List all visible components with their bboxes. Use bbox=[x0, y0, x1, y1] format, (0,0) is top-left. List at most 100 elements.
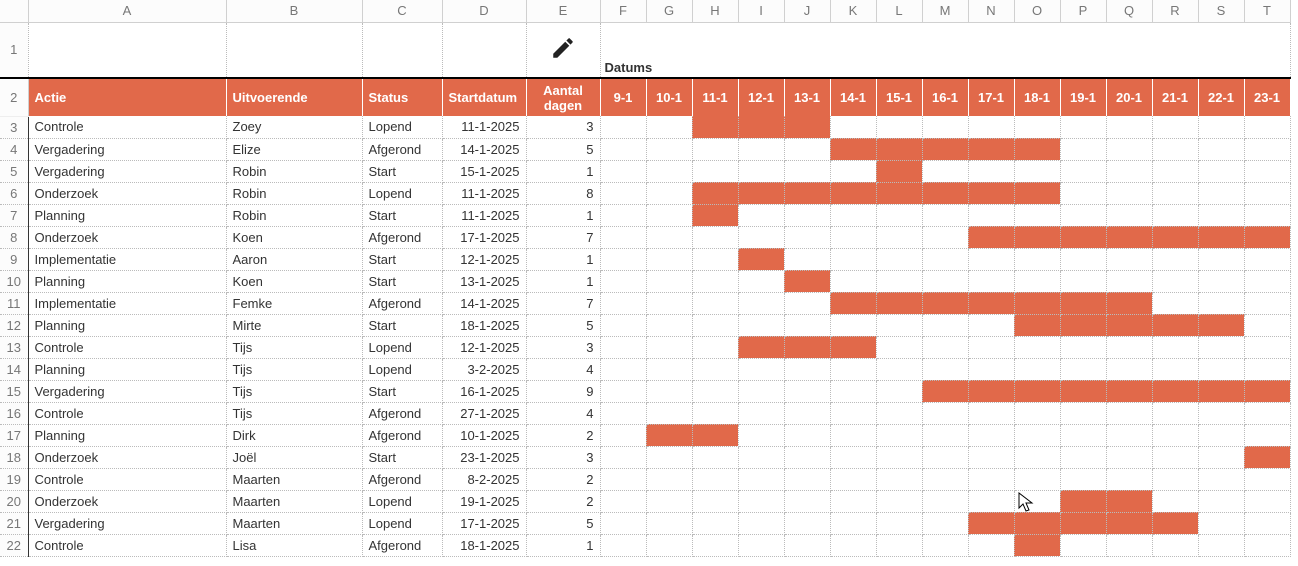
cell-dagen[interactable]: 2 bbox=[526, 468, 600, 490]
row-header-2[interactable]: 2 bbox=[0, 78, 28, 116]
gantt-cell[interactable] bbox=[968, 292, 1014, 314]
header-date-18-1[interactable]: 18-1 bbox=[1014, 78, 1060, 116]
gantt-cell[interactable] bbox=[1060, 314, 1106, 336]
cell-start[interactable]: 11-1-2025 bbox=[442, 182, 526, 204]
gantt-cell[interactable] bbox=[1014, 314, 1060, 336]
gantt-cell[interactable] bbox=[692, 182, 738, 204]
gantt-cell[interactable] bbox=[1106, 248, 1152, 270]
row-header-16[interactable]: 16 bbox=[0, 402, 28, 424]
cell-actie[interactable]: Controle bbox=[28, 336, 226, 358]
gantt-cell[interactable] bbox=[1014, 160, 1060, 182]
cell-uitv[interactable]: Joël bbox=[226, 446, 362, 468]
cell-uitv[interactable]: Tijs bbox=[226, 380, 362, 402]
gantt-cell[interactable] bbox=[784, 380, 830, 402]
gantt-cell[interactable] bbox=[784, 292, 830, 314]
gantt-cell[interactable] bbox=[646, 204, 692, 226]
cell-dagen[interactable]: 1 bbox=[526, 270, 600, 292]
cell-status[interactable]: Lopend bbox=[362, 358, 442, 380]
dates-section-label[interactable]: Datums bbox=[600, 22, 1290, 78]
gantt-cell[interactable] bbox=[1152, 358, 1198, 380]
cell-dagen[interactable]: 2 bbox=[526, 424, 600, 446]
gantt-cell[interactable] bbox=[600, 534, 646, 556]
col-header-C[interactable]: C bbox=[362, 0, 442, 22]
gantt-cell[interactable] bbox=[922, 490, 968, 512]
gantt-cell[interactable] bbox=[646, 512, 692, 534]
cell-empty[interactable] bbox=[28, 22, 226, 78]
gantt-cell[interactable] bbox=[600, 314, 646, 336]
cell-dagen[interactable]: 9 bbox=[526, 380, 600, 402]
gantt-cell[interactable] bbox=[830, 314, 876, 336]
gantt-cell[interactable] bbox=[1152, 314, 1198, 336]
gantt-cell[interactable] bbox=[1152, 468, 1198, 490]
gantt-cell[interactable] bbox=[784, 336, 830, 358]
cell-status[interactable]: Afgerond bbox=[362, 292, 442, 314]
gantt-cell[interactable] bbox=[738, 226, 784, 248]
gantt-cell[interactable] bbox=[692, 490, 738, 512]
gantt-cell[interactable] bbox=[830, 490, 876, 512]
cell-actie[interactable]: Planning bbox=[28, 270, 226, 292]
cell-uitv[interactable]: Tijs bbox=[226, 358, 362, 380]
gantt-cell[interactable] bbox=[1060, 160, 1106, 182]
gantt-cell[interactable] bbox=[1106, 226, 1152, 248]
gantt-cell[interactable] bbox=[1106, 160, 1152, 182]
gantt-cell[interactable] bbox=[922, 380, 968, 402]
gantt-cell[interactable] bbox=[600, 512, 646, 534]
gantt-cell[interactable] bbox=[1060, 380, 1106, 402]
cell-actie[interactable]: Controle bbox=[28, 534, 226, 556]
gantt-cell[interactable] bbox=[968, 314, 1014, 336]
col-header-J[interactable]: J bbox=[784, 0, 830, 22]
gantt-cell[interactable] bbox=[922, 248, 968, 270]
gantt-cell[interactable] bbox=[1152, 226, 1198, 248]
col-header-N[interactable]: N bbox=[968, 0, 1014, 22]
col-header-K[interactable]: K bbox=[830, 0, 876, 22]
gantt-cell[interactable] bbox=[830, 138, 876, 160]
gantt-cell[interactable] bbox=[738, 380, 784, 402]
gantt-cell[interactable] bbox=[876, 490, 922, 512]
cell-start[interactable]: 3-2-2025 bbox=[442, 358, 526, 380]
gantt-cell[interactable] bbox=[692, 116, 738, 138]
cell-uitv[interactable]: Koen bbox=[226, 226, 362, 248]
gantt-cell[interactable] bbox=[1244, 248, 1290, 270]
gantt-cell[interactable] bbox=[692, 358, 738, 380]
gantt-cell[interactable] bbox=[1198, 358, 1244, 380]
gantt-cell[interactable] bbox=[1060, 138, 1106, 160]
gantt-cell[interactable] bbox=[600, 270, 646, 292]
gantt-cell[interactable] bbox=[1152, 402, 1198, 424]
header-date-21-1[interactable]: 21-1 bbox=[1152, 78, 1198, 116]
gantt-cell[interactable] bbox=[784, 512, 830, 534]
gantt-cell[interactable] bbox=[1152, 160, 1198, 182]
gantt-cell[interactable] bbox=[830, 512, 876, 534]
cell-start[interactable]: 23-1-2025 bbox=[442, 446, 526, 468]
cell-start[interactable]: 13-1-2025 bbox=[442, 270, 526, 292]
header-date-22-1[interactable]: 22-1 bbox=[1198, 78, 1244, 116]
col-header-E[interactable]: E bbox=[526, 0, 600, 22]
cell-dagen[interactable]: 7 bbox=[526, 226, 600, 248]
col-header-S[interactable]: S bbox=[1198, 0, 1244, 22]
cell-start[interactable]: 15-1-2025 bbox=[442, 160, 526, 182]
header-date-16-1[interactable]: 16-1 bbox=[922, 78, 968, 116]
gantt-cell[interactable] bbox=[1014, 468, 1060, 490]
gantt-cell[interactable] bbox=[1060, 226, 1106, 248]
gantt-cell[interactable] bbox=[1106, 490, 1152, 512]
gantt-cell[interactable] bbox=[1060, 468, 1106, 490]
cell-status[interactable]: Start bbox=[362, 380, 442, 402]
cell-start[interactable]: 8-2-2025 bbox=[442, 468, 526, 490]
gantt-cell[interactable] bbox=[784, 226, 830, 248]
col-header-P[interactable]: P bbox=[1060, 0, 1106, 22]
gantt-cell[interactable] bbox=[968, 490, 1014, 512]
gantt-cell[interactable] bbox=[784, 182, 830, 204]
cell-actie[interactable]: Planning bbox=[28, 314, 226, 336]
gantt-cell[interactable] bbox=[784, 204, 830, 226]
gantt-cell[interactable] bbox=[968, 138, 1014, 160]
gantt-cell[interactable] bbox=[1152, 292, 1198, 314]
gantt-cell[interactable] bbox=[1060, 116, 1106, 138]
gantt-cell[interactable] bbox=[922, 358, 968, 380]
gantt-cell[interactable] bbox=[1014, 534, 1060, 556]
cell-uitv[interactable]: Aaron bbox=[226, 248, 362, 270]
gantt-cell[interactable] bbox=[1198, 138, 1244, 160]
gantt-cell[interactable] bbox=[922, 204, 968, 226]
row-header-7[interactable]: 7 bbox=[0, 204, 28, 226]
gantt-cell[interactable] bbox=[968, 270, 1014, 292]
header-date-13-1[interactable]: 13-1 bbox=[784, 78, 830, 116]
row-header-18[interactable]: 18 bbox=[0, 446, 28, 468]
